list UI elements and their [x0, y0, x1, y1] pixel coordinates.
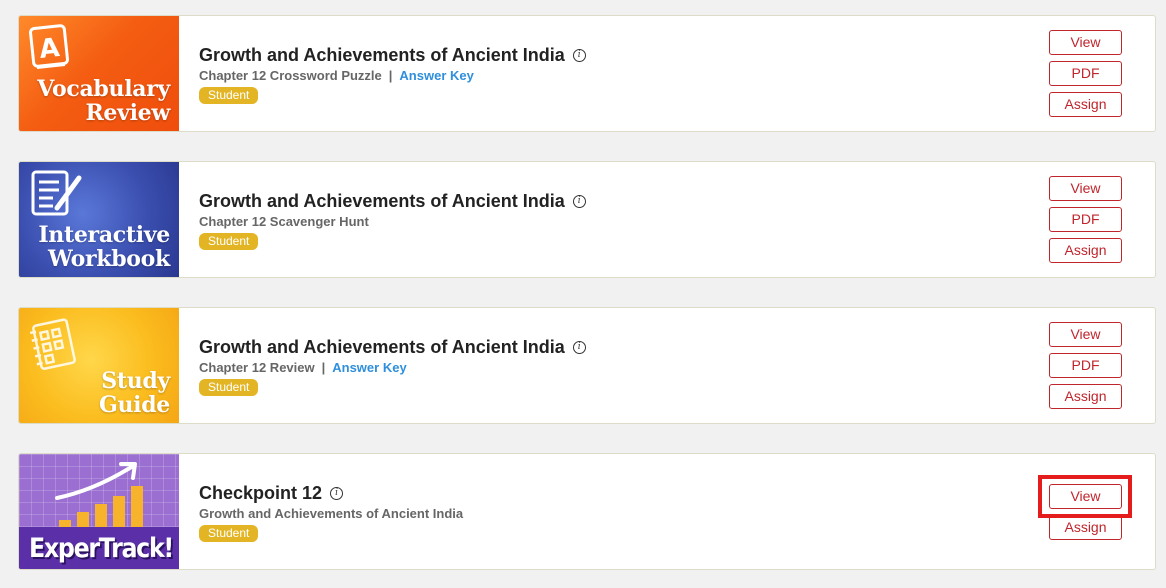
svg-text:A: A [38, 33, 61, 65]
student-badge: Student [199, 233, 259, 250]
view-button[interactable]: View [1049, 30, 1122, 55]
thumbnail-label: Study Guide [98, 368, 170, 418]
student-badge: Student [199, 379, 259, 396]
resource-card-interactive-workbook: Interactive Workbook Growth and Achievem… [18, 161, 1156, 278]
pdf-button[interactable]: PDF [1049, 61, 1122, 86]
answer-key-link[interactable]: Answer Key [332, 360, 406, 375]
letter-a-card-icon: A [29, 24, 69, 69]
answer-key-link[interactable]: Answer Key [399, 68, 473, 83]
pdf-button[interactable]: PDF [1049, 353, 1122, 378]
resource-list: A Vocabulary Review Growth and Achieveme… [18, 15, 1156, 570]
info-icon[interactable]: i [572, 340, 586, 354]
expertrack-thumbnail[interactable]: ExperTrack! [19, 454, 179, 569]
resource-actions: View Assign [1049, 484, 1122, 540]
resource-info: Growth and Achievements of Ancient India… [199, 190, 586, 250]
growth-chart-icon [55, 462, 143, 528]
resource-info: Checkpoint 12 i Growth and Achievements … [199, 482, 463, 542]
resource-subtitle: Chapter 12 Scavenger Hunt [199, 214, 369, 229]
checklist-notebook-icon [29, 318, 76, 370]
interactive-workbook-thumbnail[interactable]: Interactive Workbook [19, 162, 179, 277]
resource-title[interactable]: Growth and Achievements of Ancient India [199, 44, 565, 66]
resource-title[interactable]: Checkpoint 12 [199, 482, 322, 504]
assign-button[interactable]: Assign [1049, 515, 1122, 540]
resource-title[interactable]: Growth and Achievements of Ancient India [199, 336, 565, 358]
resource-info: Growth and Achievements of Ancient India… [199, 336, 586, 396]
resource-subtitle: Chapter 12 Review [199, 360, 315, 375]
study-guide-thumbnail[interactable]: Study Guide [19, 308, 179, 423]
view-button[interactable]: View [1049, 484, 1122, 509]
view-button[interactable]: View [1049, 322, 1122, 347]
thumbnail-label: Interactive Workbook [38, 222, 170, 272]
document-pencil-icon [31, 170, 82, 216]
resource-actions: View PDF Assign [1049, 322, 1122, 409]
info-icon[interactable]: i [330, 486, 344, 500]
resource-actions: View PDF Assign [1049, 30, 1122, 117]
separator: | [388, 68, 393, 83]
resource-title[interactable]: Growth and Achievements of Ancient India [199, 190, 565, 212]
student-badge: Student [199, 525, 259, 542]
student-badge: Student [199, 87, 259, 104]
resource-actions: View PDF Assign [1049, 176, 1122, 263]
info-icon[interactable]: i [572, 194, 586, 208]
pdf-button[interactable]: PDF [1049, 207, 1122, 232]
resource-subtitle: Growth and Achievements of Ancient India [199, 506, 464, 521]
view-button[interactable]: View [1049, 176, 1122, 201]
assign-button[interactable]: Assign [1049, 384, 1122, 409]
separator: | [321, 360, 326, 375]
resource-card-vocabulary-review: A Vocabulary Review Growth and Achieveme… [18, 15, 1156, 132]
resource-subtitle: Chapter 12 Crossword Puzzle [199, 68, 382, 83]
assign-button[interactable]: Assign [1049, 92, 1122, 117]
resource-card-study-guide: Study Guide Growth and Achievements of A… [18, 307, 1156, 424]
vocabulary-review-thumbnail[interactable]: A Vocabulary Review [19, 16, 179, 131]
expertrack-logo-text: ExperTrack! [29, 533, 174, 564]
resource-info: Growth and Achievements of Ancient India… [199, 44, 586, 104]
info-icon[interactable]: i [572, 48, 586, 62]
resource-card-checkpoint: ExperTrack! Checkpoint 12 i Growth and A… [18, 453, 1156, 570]
thumbnail-label: Vocabulary Review [37, 76, 170, 126]
assign-button[interactable]: Assign [1049, 238, 1122, 263]
